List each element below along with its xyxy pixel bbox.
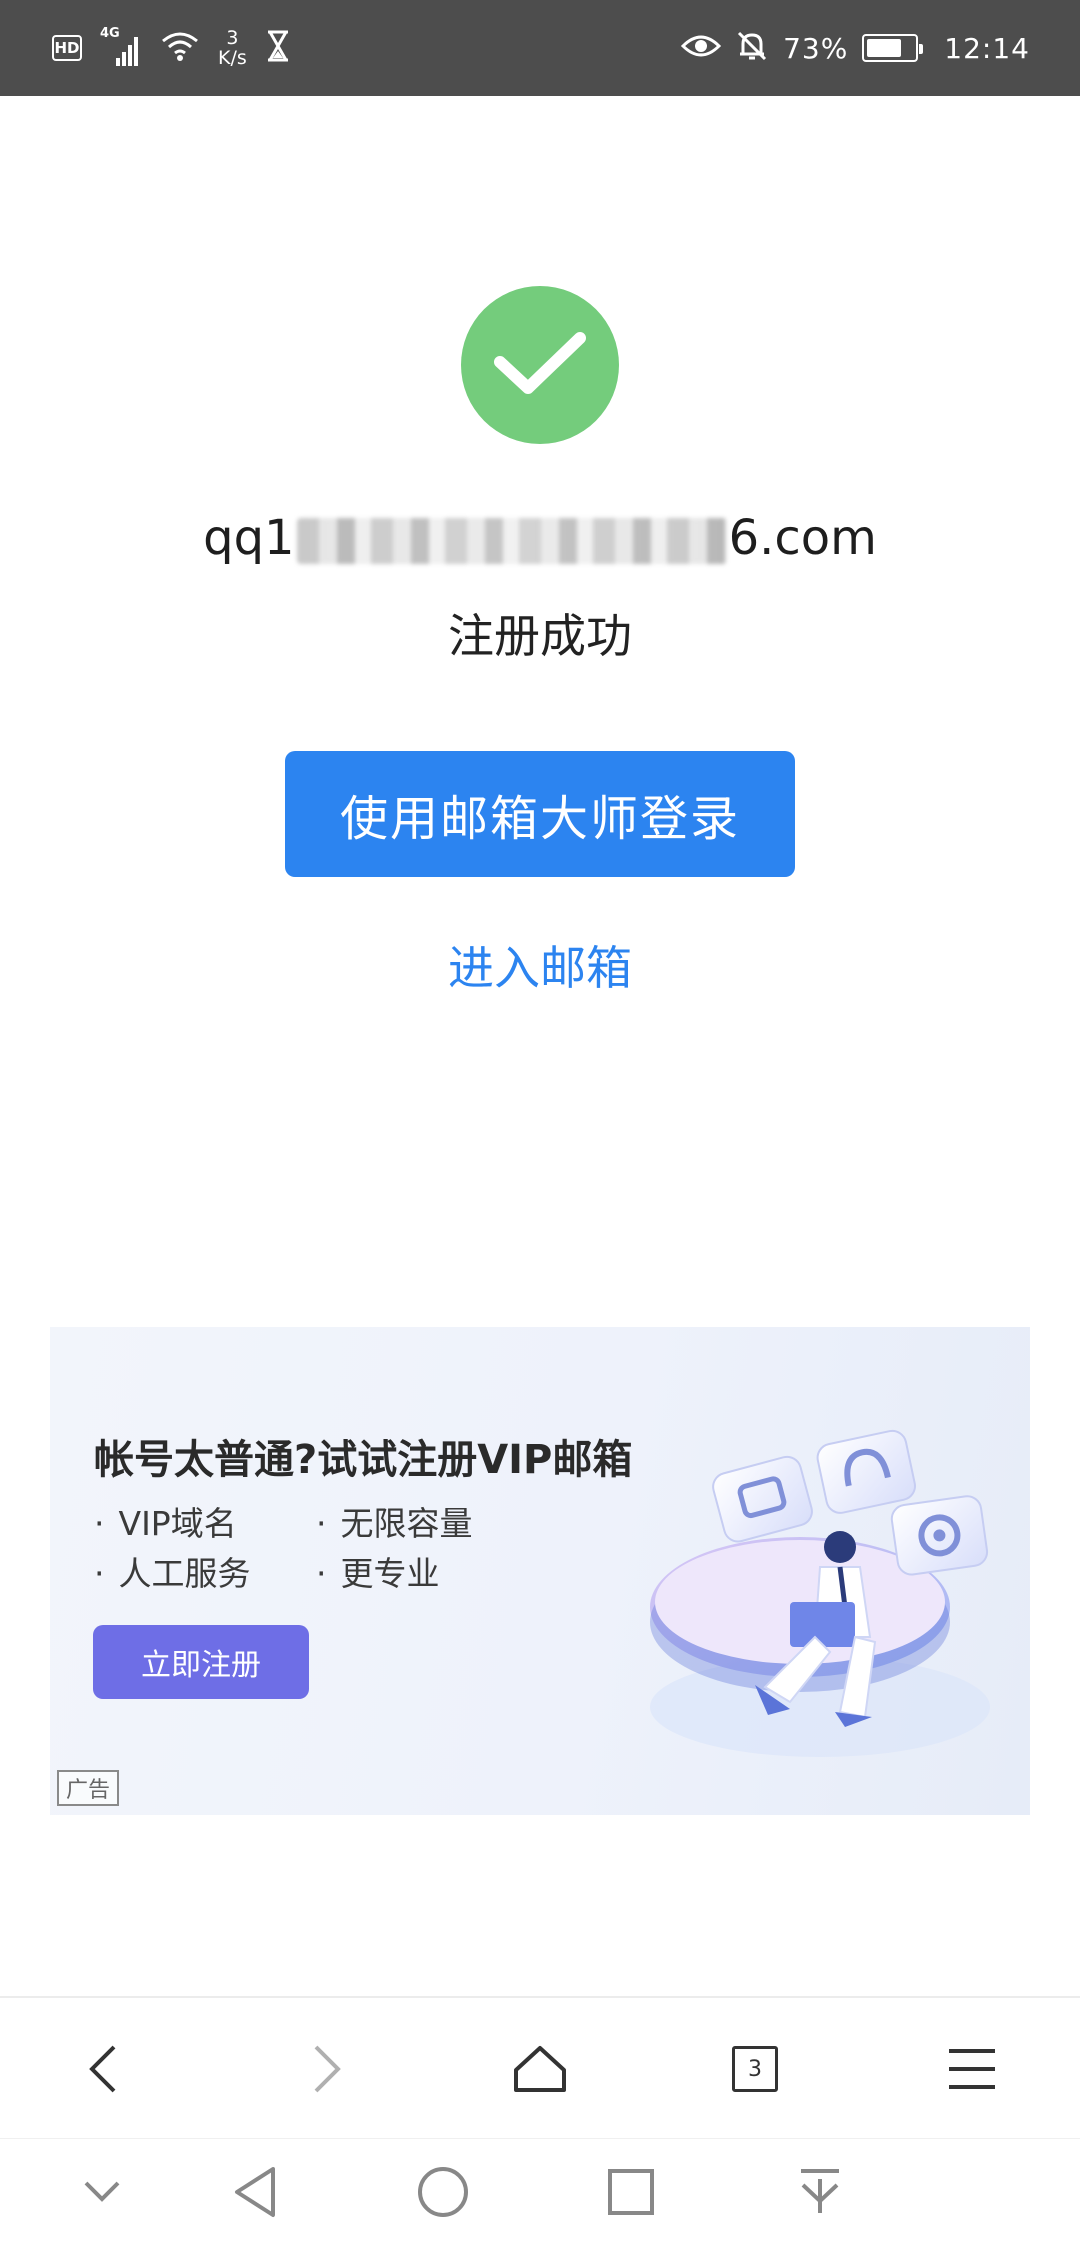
- hourglass-icon: [265, 30, 291, 66]
- battery-percent: 73%: [783, 31, 849, 65]
- menu-button[interactable]: [912, 1998, 1032, 2140]
- nav-home-button[interactable]: [383, 2139, 503, 2244]
- hd-icon: HD: [52, 35, 82, 61]
- mute-bell-icon: [735, 29, 769, 67]
- back-icon: [89, 2045, 116, 2093]
- email-end: 6.com: [728, 510, 877, 566]
- collapse-button[interactable]: [42, 2139, 162, 2244]
- nav-recents-icon: [608, 2169, 654, 2215]
- ad-feature: 无限容量: [316, 1497, 473, 1545]
- forward-button[interactable]: [266, 1998, 386, 2140]
- tabs-button[interactable]: 3: [695, 1998, 815, 2140]
- wifi-icon: [160, 30, 200, 66]
- email-redacted: [296, 518, 727, 564]
- enter-mailbox-link[interactable]: 进入邮箱: [0, 932, 1080, 998]
- net-speed-unit: K/s: [218, 47, 247, 69]
- vip-ad-banner[interactable]: 帐号太普通?试试注册VIP邮箱 VIP域名 无限容量 人工服务 更专业 立即注册…: [50, 1327, 1030, 1815]
- ad-label: 广告: [57, 1770, 119, 1806]
- ad-register-button[interactable]: 立即注册: [93, 1625, 309, 1699]
- download-button[interactable]: [760, 2139, 880, 2244]
- ad-illustration: [650, 1429, 990, 1757]
- hd-label: HD: [54, 39, 80, 57]
- signal-icon: 4G: [100, 26, 142, 68]
- tabs-icon: 3: [732, 2046, 778, 2092]
- tab-count: 3: [748, 2056, 762, 2082]
- email-start: qq1: [203, 510, 295, 566]
- status-bar: HD 4G 3 K/s 73% 12:14: [0, 0, 1080, 96]
- ad-feature: 人工服务: [94, 1547, 251, 1595]
- ad-title: 帐号太普通?试试注册VIP邮箱: [94, 1437, 633, 1483]
- nav-recents-button[interactable]: [571, 2139, 691, 2244]
- home-icon: [514, 2046, 566, 2092]
- network-type: 4G: [100, 26, 120, 41]
- success-message: 注册成功: [448, 609, 632, 663]
- forward-icon: [314, 2045, 341, 2093]
- net-speed-value: 3: [226, 27, 239, 49]
- system-navigation: [0, 2138, 1080, 2244]
- registered-email: qq1 6.com: [0, 510, 1080, 566]
- login-with-mail-master-button[interactable]: 使用邮箱大师登录: [285, 751, 795, 877]
- battery-fill: [867, 39, 901, 57]
- ad-feature: VIP域名: [94, 1497, 237, 1545]
- ad-feature: 更专业: [316, 1547, 440, 1595]
- success-check-icon: [461, 286, 619, 444]
- eye-comfort-icon: [680, 31, 722, 65]
- back-button[interactable]: [44, 1998, 164, 2140]
- net-speed: 3 K/s: [218, 28, 247, 68]
- nav-back-button[interactable]: [195, 2139, 315, 2244]
- collapse-icon: [84, 2181, 120, 2202]
- battery-icon: [862, 34, 924, 62]
- home-button[interactable]: [480, 1998, 600, 2140]
- browser-toolbar: 3: [0, 1996, 1080, 2138]
- clock: 12:14: [944, 31, 1030, 65]
- menu-icon: [949, 2049, 995, 2089]
- nav-home-icon: [418, 2167, 468, 2217]
- nav-back-icon: [235, 2167, 275, 2217]
- download-icon: [801, 2169, 839, 2213]
